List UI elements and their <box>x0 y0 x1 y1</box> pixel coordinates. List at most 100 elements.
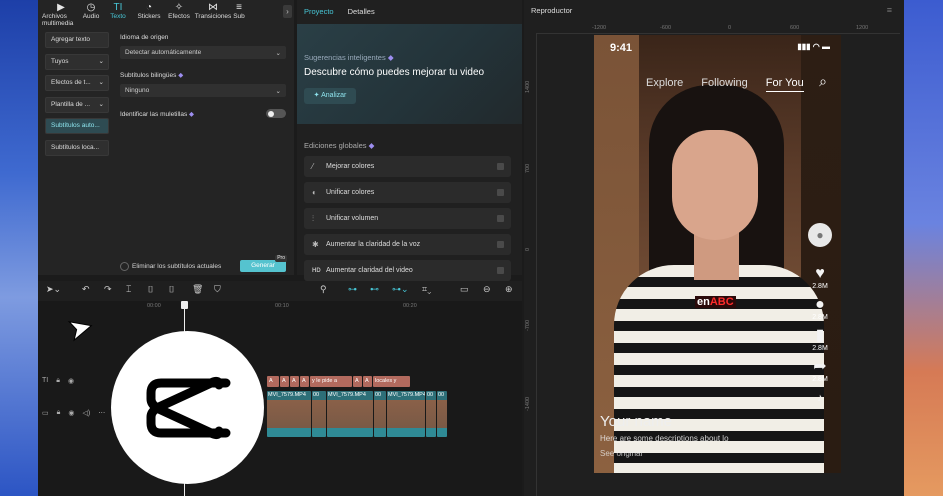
video-clip[interactable]: MVI_7579.MP4 <box>387 391 425 437</box>
checkbox-icon[interactable] <box>497 267 504 274</box>
color-icon: ◐ <box>312 188 317 197</box>
player-title: Reproductor <box>531 6 573 15</box>
text-clip[interactable]: A <box>280 376 289 387</box>
left-panel: ▶ Archivos multimedia ◷ Audio TI Texto ◔ Sti… <box>38 0 294 275</box>
zoom-out-icon[interactable]: ⊖ <box>483 284 491 295</box>
tool-transitions[interactable]: ⋈ Transiciones <box>194 0 232 20</box>
share-icon: ➦ <box>813 358 827 375</box>
chevron-down-icon: ⌄ <box>275 87 281 95</box>
link-icon[interactable]: ⊷ <box>370 284 379 295</box>
tab-project[interactable]: Proyecto <box>304 7 334 16</box>
undo-icon[interactable]: ↶ <box>82 284 90 295</box>
toolbar-more-button[interactable]: › <box>283 5 292 18</box>
global-edit-video-clarity[interactable]: HD Aumentar claridad del video <box>304 260 511 281</box>
text-clip[interactable]: locales y <box>373 376 410 387</box>
pro-badge: Pro <box>275 255 287 262</box>
video-preview[interactable]: 9:41 ▮▮▮ ◠ ▬ Explore Following For You ⌕… <box>594 35 841 473</box>
capcut-logo-icon <box>146 376 231 440</box>
tool-text[interactable]: TI Texto <box>102 0 134 20</box>
lock-icon[interactable]: 🔒︎ <box>57 409 61 417</box>
bilingual-select[interactable]: Ninguno ⌄ <box>120 84 286 97</box>
media-icon: ▶ <box>57 2 65 13</box>
bilingual-label: Subtítulos bilingües ◆ <box>120 72 184 79</box>
split-left-icon[interactable]: ⌷ <box>148 284 153 295</box>
text-track-icon: TI <box>42 377 49 384</box>
hd-icon: HD <box>312 267 321 274</box>
delete-icon[interactable]: 🗑 <box>192 284 203 295</box>
tool-stickers[interactable]: ◔ Stickers <box>134 0 164 20</box>
source-language-select[interactable]: Detectar automáticamente ⌄ <box>120 46 286 59</box>
global-edit-unify-volume[interactable]: ⫶ Unificar volumen <box>304 208 511 229</box>
side-item-text-effects[interactable]: Efectos de t... ⌄ <box>45 75 109 91</box>
generate-row: Eliminar los subtítulos actuales Generar… <box>120 255 287 272</box>
video-clip[interactable]: MVI_7579.MP4 <box>327 391 373 437</box>
timecode: 00:20 <box>403 303 417 309</box>
global-edit-unify-colors[interactable]: ◐ Unificar colores <box>304 182 511 203</box>
video-clip[interactable]: 00 <box>312 391 326 437</box>
generate-button[interactable]: Generar Pro <box>240 255 287 272</box>
microphone-icon[interactable]: ⚲ <box>320 284 327 295</box>
redo-icon[interactable]: ↷ <box>104 284 112 295</box>
filler-words-row: Identificar las muletillas ◆ <box>120 109 286 118</box>
checkbox-icon[interactable] <box>497 189 504 196</box>
analyze-button[interactable]: ✦ Analizar <box>304 88 356 104</box>
lock-icon[interactable]: 🔒︎ <box>56 377 60 385</box>
side-item-auto-subtitles[interactable]: Subtítulos auto... <box>45 118 109 134</box>
enabc-logo: enABC <box>695 296 736 308</box>
checkbox-icon[interactable] <box>497 163 504 170</box>
text-clip[interactable]: A <box>300 376 309 387</box>
preview-axis-icon[interactable]: ⊶⌄ <box>392 284 409 295</box>
select-tool-icon[interactable]: ➤⌄ <box>46 284 61 295</box>
status-icons: ▮▮▮ ◠ ▬ <box>797 42 830 51</box>
eye-icon[interactable]: ◉ <box>68 409 74 417</box>
avatar: ● <box>808 223 832 247</box>
magic-wand-icon: ⁄ <box>312 162 314 171</box>
feed-tab-following: Following <box>701 77 748 89</box>
comment-icon: ● <box>815 296 825 313</box>
video-clip[interactable]: 00 <box>437 391 447 437</box>
timecode: 00:00 <box>147 303 161 309</box>
video-track: MVI_7579.MP4 00 MVI_7579.MP4 00 MVI_7579… <box>267 391 447 437</box>
menu-icon[interactable]: ≡ <box>887 5 892 15</box>
video-clip[interactable]: MVI_7579.MP4 <box>267 391 311 437</box>
shield-icon[interactable]: ⛉ <box>214 284 221 295</box>
checkbox-icon[interactable] <box>497 241 504 248</box>
text-clip[interactable]: A <box>290 376 299 387</box>
text-clip[interactable]: y le pide a <box>310 376 352 387</box>
more-icon[interactable]: ⋯ <box>98 409 105 417</box>
side-item-templates[interactable]: Plantilla de ... ⌄ <box>45 96 109 113</box>
tab-details[interactable]: Detalles <box>348 7 375 16</box>
text-clip[interactable]: A <box>353 376 362 387</box>
text-clip[interactable]: A <box>267 376 279 387</box>
split-right-icon[interactable]: ⌷ <box>169 284 174 295</box>
eye-icon[interactable]: ◉ <box>68 377 74 385</box>
remove-subtitles-checkbox[interactable]: Eliminar los subtítulos actuales <box>120 261 221 271</box>
music-icon: ♪ <box>817 392 823 404</box>
magnet-icon[interactable]: ⊶ <box>348 284 357 295</box>
tool-subtitles[interactable]: ≡ Sub <box>232 0 246 20</box>
tool-audio[interactable]: ◷ Audio <box>80 0 102 20</box>
screen-icon[interactable]: ▭ <box>460 284 469 295</box>
filler-words-toggle[interactable] <box>266 109 286 118</box>
timeline-toolbar: ➤⌄ ↶ ↷ ⌶ ⌷ ⌷ 🗑 ⛉ ⚲ ⊶ ⊷ ⊶⌄ ⌗⌄ ▭ ⊖ ⊕ <box>38 281 522 301</box>
global-edit-voice-clarity[interactable]: ✱ Aumentar la claridad de la voz <box>304 234 511 255</box>
text-clip[interactable]: A <box>363 376 372 387</box>
checkbox-icon[interactable] <box>497 215 504 222</box>
video-track-controls: ▭ 🔒︎ ◉ ◁) ⋯ <box>42 409 105 417</box>
aspect-ratio-icon[interactable]: ⌗⌄ <box>422 284 431 295</box>
video-clip[interactable]: 00 <box>426 391 436 437</box>
checkbox-icon <box>120 261 129 271</box>
side-item-local-subtitles[interactable]: Subtítulos loca... <box>45 139 109 156</box>
tool-effects[interactable]: ✧ Efectos <box>164 0 194 20</box>
side-item-add-text[interactable]: Agregar texto <box>45 32 109 48</box>
zoom-in-icon[interactable]: ⊕ <box>505 284 513 295</box>
video-clip[interactable]: 00 <box>374 391 386 437</box>
ruler-tick: 700 <box>525 163 531 173</box>
person-face <box>672 130 758 240</box>
audio-icon[interactable]: ◁) <box>82 409 90 417</box>
split-icon[interactable]: ⌶ <box>126 284 131 295</box>
side-item-yours[interactable]: Tuyos ⌄ <box>45 53 109 70</box>
tool-media[interactable]: ▶ Archivos multimedia <box>42 0 80 27</box>
suggestions-title: Descubre cómo puedes mejorar tu video <box>304 67 485 78</box>
global-edit-enhance-colors[interactable]: ⁄ Mejorar colores <box>304 156 511 177</box>
